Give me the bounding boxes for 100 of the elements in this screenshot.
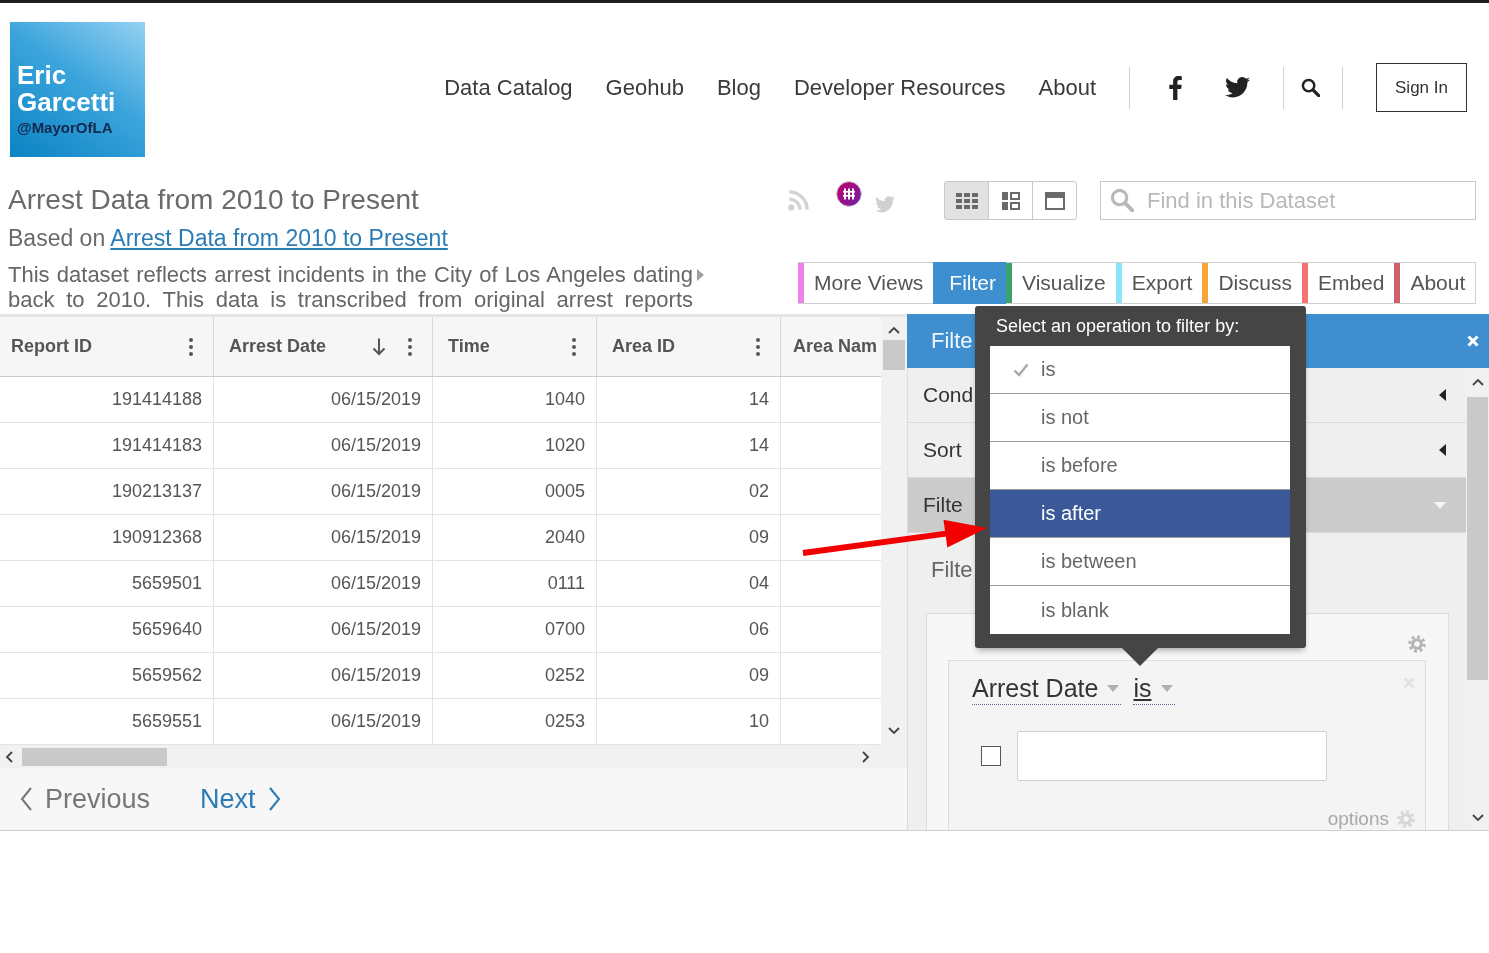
window-icon xyxy=(1044,191,1065,210)
table-cell: 5659562 xyxy=(0,653,214,698)
operation-option[interactable]: is xyxy=(990,346,1290,394)
operation-option[interactable]: is not xyxy=(990,394,1290,442)
caret-down-icon xyxy=(1107,685,1120,692)
horizontal-scrollbar[interactable] xyxy=(0,745,907,768)
twitter-icon[interactable] xyxy=(1225,77,1250,98)
checkbox[interactable] xyxy=(981,746,1001,766)
logo-name: Eric Garcetti xyxy=(17,62,117,116)
table-cell: 14 xyxy=(597,377,781,422)
list-icon xyxy=(1001,191,1020,210)
scrollbar-thumb[interactable] xyxy=(883,340,905,370)
caret-left-icon[interactable] xyxy=(5,750,13,763)
table-cell: 191414183 xyxy=(0,423,214,468)
nav-link[interactable]: About xyxy=(1038,74,1096,101)
filter-heading: Filte xyxy=(931,558,973,582)
check-icon xyxy=(1013,362,1029,377)
caret-left-icon[interactable] xyxy=(1439,389,1446,401)
table-cell: 06/15/2019 xyxy=(214,653,433,698)
caret-down-icon xyxy=(1160,685,1173,692)
table-cell: 2040 xyxy=(433,515,597,560)
table-cell: 06 xyxy=(597,607,781,652)
grid-badge-icon[interactable] xyxy=(836,181,862,207)
column-header[interactable]: Area Nam xyxy=(781,317,881,376)
table-cell: 1020 xyxy=(433,423,597,468)
view-toggle-button[interactable] xyxy=(1032,181,1077,220)
column-header[interactable]: Time xyxy=(433,317,597,376)
expand-caret-icon[interactable] xyxy=(697,269,704,281)
source-dataset-link[interactable]: Arrest Data from 2010 to Present xyxy=(110,225,448,251)
chevron-right-icon xyxy=(268,787,281,811)
logo-handle: @MayorOfLA xyxy=(17,119,113,137)
popover-title: Select an operation to filter by: xyxy=(995,315,1241,338)
column-header[interactable]: Arrest Date xyxy=(214,317,433,376)
operation-option[interactable]: is between xyxy=(990,538,1290,586)
tab[interactable]: Embed xyxy=(1301,262,1396,304)
logo[interactable]: Eric Garcetti @MayorOfLA xyxy=(10,22,145,157)
tab[interactable]: Export xyxy=(1115,262,1204,304)
section-label[interactable]: Sort xyxy=(923,438,962,462)
tab[interactable]: More Views xyxy=(798,262,935,304)
operation-option[interactable]: is blank xyxy=(990,586,1290,634)
kebab-menu-icon[interactable] xyxy=(408,337,412,356)
search-field[interactable]: Find in this Dataset xyxy=(1100,181,1476,220)
caret-up-icon[interactable] xyxy=(1471,378,1484,386)
table-cell: 06/15/2019 xyxy=(214,607,433,652)
table-cell: 09 xyxy=(597,653,781,698)
based-on-text: Based on Arrest Data from 2010 to Present xyxy=(8,224,449,252)
table-cell: 09 xyxy=(597,515,781,560)
table-cell: 06/15/2019 xyxy=(214,699,433,744)
section-label[interactable]: Filte xyxy=(923,493,963,517)
table-cell: 06/15/2019 xyxy=(214,561,433,606)
nav-link[interactable]: Data Catalog xyxy=(444,74,573,101)
column-dropdown[interactable]: Arrest Date xyxy=(972,674,1122,705)
caret-down-icon[interactable] xyxy=(888,727,900,735)
dataset-description: This dataset reflects arrest incidents in the City of Los Angeles dating back to 2010. This data is transcribed from original arrest reports xyxy=(8,262,693,312)
sort-arrow-icon[interactable] xyxy=(372,337,386,356)
table-cell: 5659551 xyxy=(0,699,214,744)
vertical-scrollbar[interactable] xyxy=(881,317,907,745)
sign-in-button[interactable]: Sign In xyxy=(1376,63,1467,112)
table-cell: 5659501 xyxy=(0,561,214,606)
scrollbar-thumb[interactable] xyxy=(22,747,167,766)
operator-dropdown[interactable]: is xyxy=(1133,674,1175,705)
table-cell: 191414188 xyxy=(0,377,214,422)
caret-up-icon[interactable] xyxy=(888,326,900,334)
table-cell: 5659640 xyxy=(0,607,214,652)
vertical-scrollbar[interactable] xyxy=(1466,368,1489,830)
kebab-menu-icon[interactable] xyxy=(572,337,576,356)
table-cell: 06/15/2019 xyxy=(214,423,433,468)
tab[interactable]: Discuss xyxy=(1202,262,1303,304)
table-cell: 06/15/2019 xyxy=(214,469,433,514)
next-button[interactable]: Next xyxy=(200,783,281,815)
caret-down-icon[interactable] xyxy=(1471,814,1484,822)
operation-option[interactable]: is after xyxy=(990,490,1290,538)
close-icon[interactable] xyxy=(1467,335,1479,347)
view-toggle-button[interactable] xyxy=(944,181,989,220)
table-cell: 0700 xyxy=(433,607,597,652)
nav-link[interactable]: Blog xyxy=(716,74,761,101)
view-toggle-button[interactable] xyxy=(988,181,1033,220)
scrollbar-thumb[interactable] xyxy=(1467,397,1488,680)
nav-link[interactable]: Developer Resources xyxy=(793,74,1006,101)
tab[interactable]: About xyxy=(1394,262,1477,304)
search-icon xyxy=(1110,188,1134,212)
search-icon[interactable] xyxy=(1301,78,1320,97)
table-cell: 0252 xyxy=(433,653,597,698)
kebab-menu-icon[interactable] xyxy=(756,337,760,356)
tab[interactable]: Visualize xyxy=(1006,262,1117,304)
column-header[interactable]: Report ID xyxy=(0,317,214,376)
column-header[interactable]: Area ID xyxy=(597,317,781,376)
nav-link[interactable]: Geohub xyxy=(605,74,684,101)
table-cell: 04 xyxy=(597,561,781,606)
table-cell: 0111 xyxy=(433,561,597,606)
caret-left-icon[interactable] xyxy=(1439,444,1446,456)
kebab-menu-icon[interactable] xyxy=(189,337,193,356)
caret-right-icon[interactable] xyxy=(862,750,870,763)
table-cell: 1040 xyxy=(433,377,597,422)
grid-icon xyxy=(955,192,978,209)
table-cell: 02 xyxy=(597,469,781,514)
section-label[interactable]: Cond xyxy=(923,383,974,407)
value-input-field[interactable] xyxy=(1017,731,1327,781)
table-cell: 190213137 xyxy=(0,469,214,514)
facebook-icon[interactable] xyxy=(1169,75,1182,100)
